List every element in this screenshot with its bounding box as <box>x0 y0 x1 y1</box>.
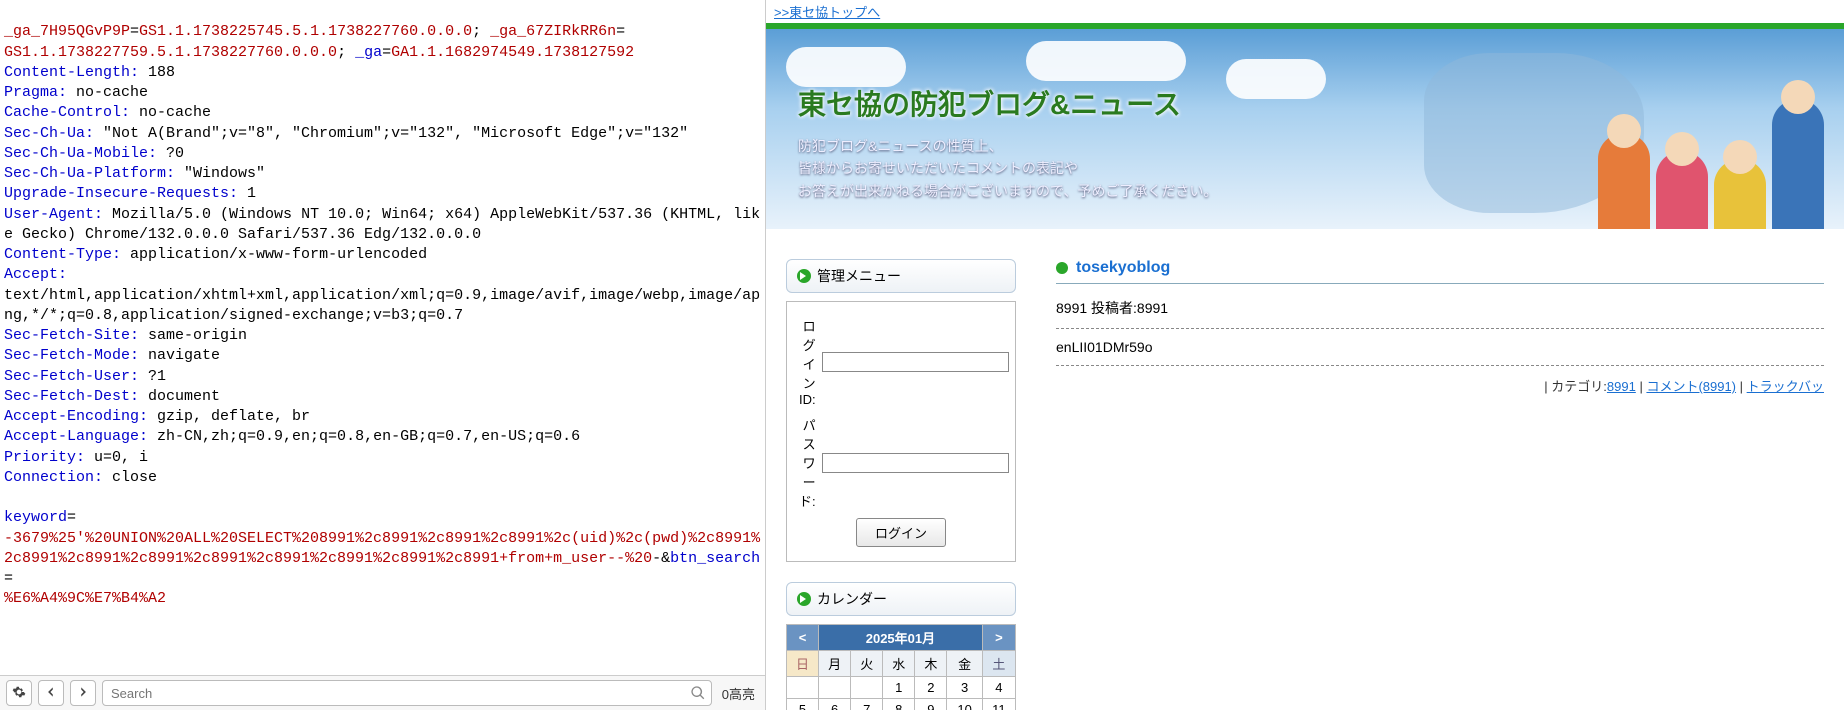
post-body-keyword: keyword <box>4 509 67 526</box>
search-input[interactable] <box>102 680 712 706</box>
calendar-widget: カレンダー < 2025年01月 > 日 月 火 水 木 金 <box>786 582 1016 710</box>
comments-link[interactable]: コメント(8991) <box>1646 379 1736 394</box>
inspector-toolbar: 0高亮 <box>0 675 765 710</box>
calendar-month: 2025年01月 <box>819 625 983 651</box>
forward-button[interactable] <box>70 680 96 706</box>
search-icon <box>690 685 706 701</box>
post-title[interactable]: tosekyoblog <box>1076 259 1170 277</box>
top-link[interactable]: >>東セ協トップへ <box>774 5 880 20</box>
password-input[interactable] <box>822 453 1009 473</box>
calendar-prev[interactable]: < <box>787 625 819 651</box>
request-inspector-pane: _ga_7H95QGvP9P=GS1.1.1738225745.5.1.1738… <box>0 0 766 710</box>
banner-subtitle: 防犯ブログ&ニュースの性質上、 皆様からお寄せいただいたコメントの表記や お答え… <box>798 135 1812 202</box>
post-body: enLII01DMr59o <box>1056 339 1824 355</box>
calendar-dow-row: 日 月 火 水 木 金 土 <box>787 651 1016 677</box>
login-button[interactable]: ログイン <box>856 518 946 547</box>
cookie-fragment: _ga_7H95QGvP9P <box>4 23 130 40</box>
sidebar: 管理メニュー ログインID: パスワード: ログイン <box>786 259 1016 710</box>
play-icon <box>797 592 811 606</box>
login-id-input[interactable] <box>822 352 1009 372</box>
admin-menu-widget: 管理メニュー ログインID: パスワード: ログイン <box>786 259 1016 562</box>
password-label: パスワード: <box>799 415 816 510</box>
content-row: 管理メニュー ログインID: パスワード: ログイン <box>766 229 1844 710</box>
play-icon <box>797 269 811 283</box>
login-box: ログインID: パスワード: ログイン <box>786 301 1016 562</box>
login-id-label: ログインID: <box>799 316 816 407</box>
divider <box>1056 365 1824 366</box>
post-body-payload: -3679%25'%20UNION%20ALL%20SELECT%208991%… <box>4 530 760 567</box>
top-link-bar: >>東セ協トップへ <box>766 0 1844 23</box>
back-button[interactable] <box>38 680 64 706</box>
calendar-row: 1 2 3 4 <box>787 677 1016 699</box>
divider <box>1056 328 1824 329</box>
main-column: tosekyoblog 8991 投稿者:8991 enLII01DMr59o … <box>1056 259 1824 710</box>
settings-button[interactable] <box>6 680 32 706</box>
highlight-count: 0高亮 <box>718 684 759 703</box>
post-title-row: tosekyoblog <box>1056 259 1824 284</box>
calendar-next[interactable]: > <box>982 625 1015 651</box>
calendar-table: < 2025年01月 > 日 月 火 水 木 金 土 <box>786 624 1016 710</box>
calendar-row: 5 6 7 8 9 10 11 <box>787 699 1016 710</box>
gear-icon <box>12 685 26 702</box>
admin-menu-title: 管理メニュー <box>786 259 1016 293</box>
arrow-left-icon <box>44 685 58 702</box>
category-link[interactable]: 8991 <box>1607 379 1636 394</box>
http-request-text[interactable]: _ga_7H95QGvP9P=GS1.1.1738225745.5.1.1738… <box>0 0 765 675</box>
post-meta: 8991 投稿者:8991 <box>1056 298 1824 318</box>
bullet-icon <box>1056 262 1068 274</box>
site-banner: 東セ協の防犯ブログ&ニュース 防犯ブログ&ニュースの性質上、 皆様からお寄せいた… <box>766 29 1844 229</box>
arrow-right-icon <box>76 685 90 702</box>
banner-title: 東セ協の防犯ブログ&ニュース <box>798 83 1812 123</box>
search-wrap <box>102 680 712 706</box>
trackback-link[interactable]: トラックバッ <box>1747 379 1824 394</box>
post-footer: | カテゴリ:8991 | コメント(8991) | トラックバッ <box>1056 376 1824 395</box>
rendered-response-pane: >>東セ協トップへ 東セ協の防犯ブログ&ニュース 防犯ブログ&ニュースの性質上、… <box>766 0 1844 710</box>
calendar-title: カレンダー <box>786 582 1016 616</box>
